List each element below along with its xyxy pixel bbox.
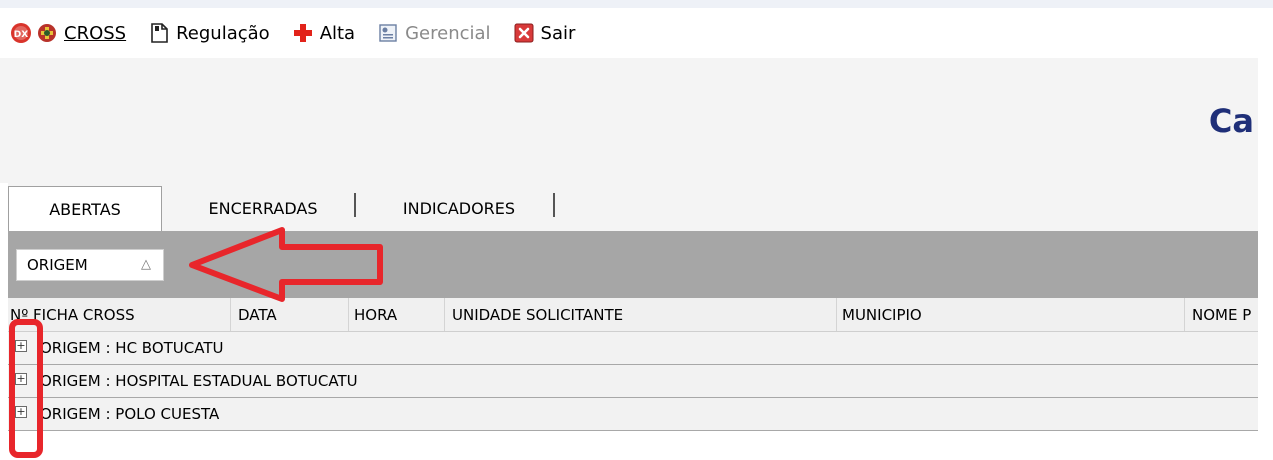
sort-ascending-icon: △ <box>141 257 151 272</box>
column-divider <box>348 298 349 331</box>
tab-divider <box>354 193 356 217</box>
app-badge-icon: DX <box>10 22 32 44</box>
page-title-fragment: Ca <box>1208 102 1254 140</box>
column-divider <box>836 298 837 331</box>
menu-gerencial[interactable]: Gerencial <box>377 22 491 44</box>
group-row-hc-botucatu[interactable]: + ORIGEM : HC BOTUCATU <box>8 332 1258 365</box>
menu-label-gerencial: Gerencial <box>405 22 491 44</box>
group-row-polo-cuesta[interactable]: + ORIGEM : POLO CUESTA <box>8 398 1258 431</box>
column-header-municipio[interactable]: MUNICIPIO <box>842 306 922 324</box>
header-area: Ca <box>0 58 1258 183</box>
expand-icon[interactable]: + <box>15 340 27 352</box>
group-row-label: ORIGEM : HOSPITAL ESTADUAL BOTUCATU <box>40 372 358 390</box>
column-header-row: Nº FICHA CROSS DATA HORA UNIDADE SOLICIT… <box>8 298 1258 332</box>
group-row-label: ORIGEM : POLO CUESTA <box>40 405 220 423</box>
document-icon <box>148 22 170 44</box>
menu-label-alta: Alta <box>319 22 356 44</box>
menu-alta[interactable]: Alta <box>292 22 355 44</box>
top-strip <box>0 0 1273 8</box>
group-by-chip-origem[interactable]: ORIGEM △ <box>16 249 164 281</box>
column-header-data[interactable]: DATA <box>238 306 277 324</box>
report-icon <box>377 22 399 44</box>
column-divider <box>1184 298 1185 331</box>
column-header-unidade[interactable]: UNIDADE SOLICITANTE <box>452 306 623 324</box>
group-row-hospital-estadual[interactable]: + ORIGEM : HOSPITAL ESTADUAL BOTUCATU <box>8 365 1258 398</box>
exit-icon <box>513 22 535 44</box>
window-edge <box>1258 8 1273 460</box>
menu-label-sair: Sair <box>540 22 576 44</box>
tab-label-indicadores: INDICADORES <box>402 198 516 218</box>
tab-label-abertas: ABERTAS <box>49 199 121 219</box>
column-header-nome[interactable]: NOME P <box>1192 306 1251 324</box>
group-by-panel: ORIGEM △ <box>8 231 1258 298</box>
column-header-ficha[interactable]: Nº FICHA CROSS <box>10 306 135 324</box>
expand-icon[interactable]: + <box>15 406 27 418</box>
group-by-label: ORIGEM <box>27 256 88 274</box>
tab-label-encerradas: ENCERRADAS <box>208 198 318 218</box>
tab-divider <box>553 193 555 217</box>
cross-logo-icon <box>36 22 58 44</box>
tab-strip: ABERTAS ENCERRADAS INDICADORES <box>8 183 1258 231</box>
tab-indicadores[interactable]: INDICADORES <box>364 189 554 227</box>
menu-label-cross: CROSS <box>64 22 127 44</box>
menu-cross[interactable]: CROSS <box>36 22 126 44</box>
menu-label-regulacao: Regulação <box>176 22 270 44</box>
column-header-hora[interactable]: HORA <box>354 306 397 324</box>
tab-abertas[interactable]: ABERTAS <box>8 186 162 231</box>
expand-icon[interactable]: + <box>15 373 27 385</box>
group-row-label: ORIGEM : HC BOTUCATU <box>40 339 224 357</box>
menu-sair[interactable]: Sair <box>513 22 576 44</box>
menu-regulacao[interactable]: Regulação <box>148 22 270 44</box>
column-divider <box>230 298 231 331</box>
svg-text:DX: DX <box>14 30 28 40</box>
menu-bar: DX CROSS Regulação Alta Gerencial Sair <box>0 8 1258 58</box>
column-divider <box>444 298 445 331</box>
tab-encerradas[interactable]: ENCERRADAS <box>173 189 353 227</box>
red-plus-icon <box>292 22 314 44</box>
